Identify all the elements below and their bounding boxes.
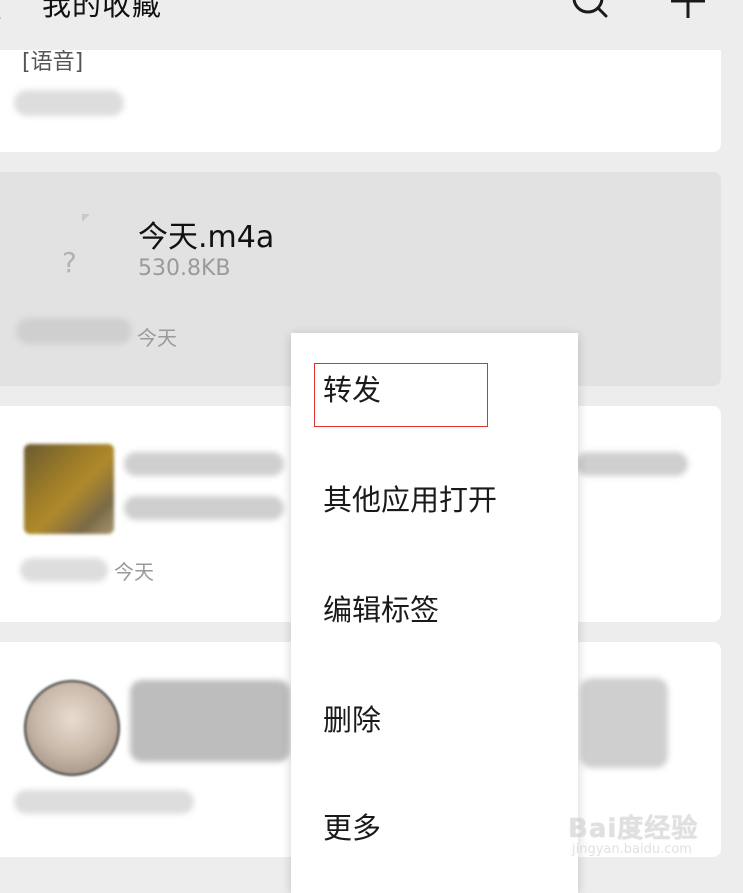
blurred-title-line (124, 496, 284, 520)
blurred-source-name (14, 90, 124, 116)
menu-item-more[interactable]: 更多 (291, 771, 578, 881)
top-bar: 我的收藏 (0, 0, 743, 50)
menu-item-delete[interactable]: 删除 (291, 663, 578, 773)
watermark-url: jingyan.baidu.com (572, 842, 692, 857)
file-size: 530.8KB (138, 256, 231, 281)
contact-avatar (24, 680, 120, 776)
back-arrow-icon[interactable] (0, 0, 17, 21)
item-date: 今天 (137, 326, 177, 350)
highlight-annotation-box (314, 363, 488, 427)
blurred-title-line (576, 452, 688, 476)
file-name: 今天.m4a (138, 220, 275, 255)
page-title: 我的收藏 (42, 0, 163, 22)
blurred-contact-name (130, 680, 290, 762)
menu-item-label: 删除 (323, 703, 382, 737)
link-thumbnail (24, 444, 114, 534)
watermark-logo-text: Bai度经验 (568, 814, 699, 844)
file-question-glyph: ? (62, 246, 77, 279)
menu-item-label: 编辑标签 (323, 593, 440, 627)
blurred-source-name (20, 558, 108, 582)
blurred-source-name (16, 318, 132, 344)
blurred-title-line (124, 452, 284, 476)
search-icon[interactable] (572, 0, 608, 18)
item-date: 今天 (114, 560, 154, 584)
menu-item-label: 更多 (323, 811, 382, 845)
favorite-item-voice[interactable]: [语音] (0, 44, 721, 152)
baidu-jingyan-watermark: Bai度经验 jingyan.baidu.com (568, 798, 738, 868)
menu-item-open-in-other-app[interactable]: 其他应用打开 (291, 443, 578, 553)
plus-icon[interactable] (668, 0, 708, 20)
menu-item-label: 其他应用打开 (323, 483, 498, 517)
menu-item-edit-tags[interactable]: 编辑标签 (291, 553, 578, 663)
unknown-file-icon: ? (52, 208, 98, 288)
file-fold-icon (82, 214, 90, 222)
blurred-contact-detail (580, 678, 668, 768)
blurred-source-name (14, 790, 194, 814)
